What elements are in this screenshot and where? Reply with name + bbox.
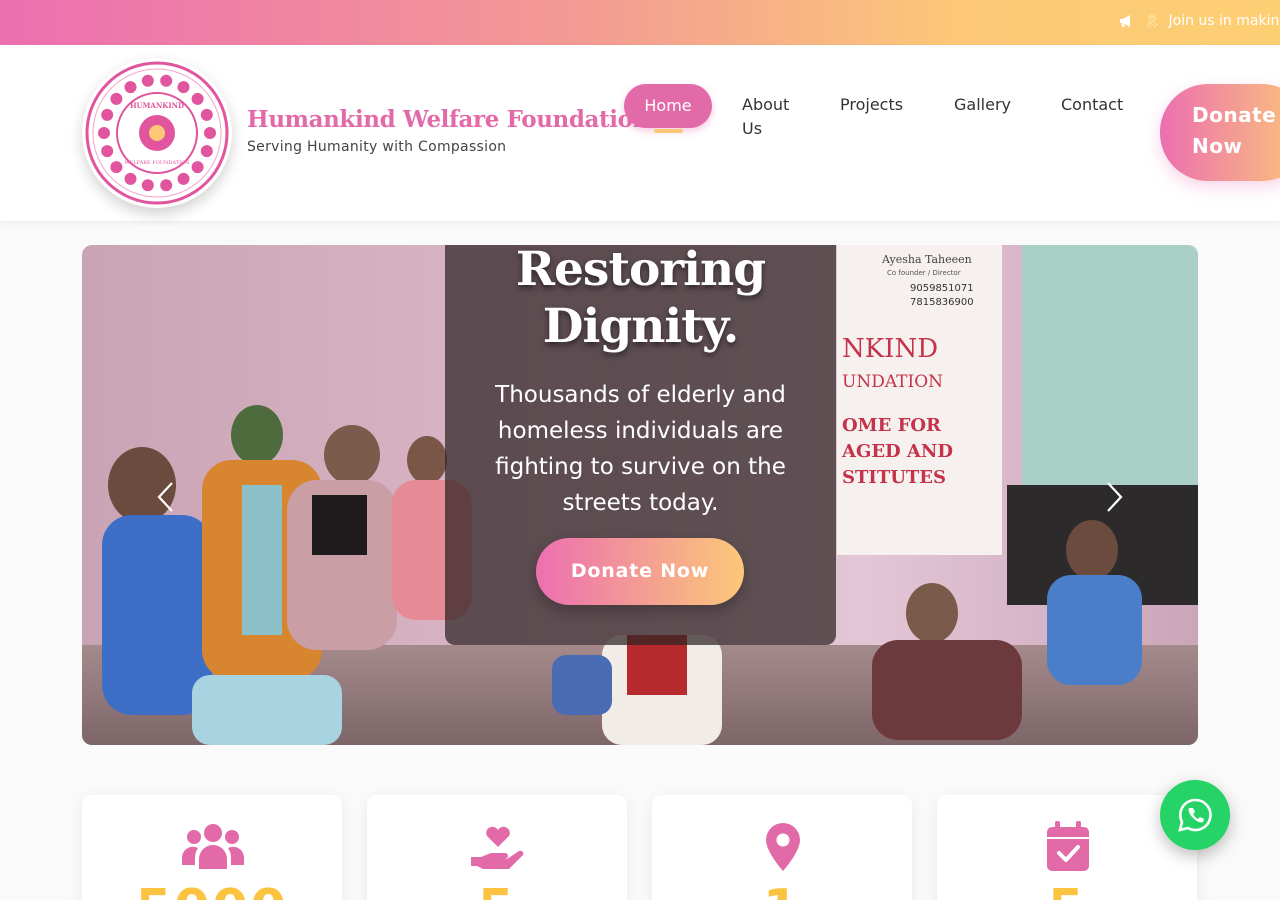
calendar-check-icon <box>1047 821 1089 871</box>
brand-title[interactable]: Humankind Welfare Foundation <box>247 106 649 133</box>
svg-text:HUMANKIND: HUMANKIND <box>130 101 184 110</box>
foundation-logo[interactable]: HUMANKIND WELFARE FOUNDATION <box>82 58 232 208</box>
whatsapp-icon <box>1178 798 1212 832</box>
users-icon <box>182 824 244 869</box>
hero-caption-panel: Restoring Dignity. Thousands of elderly … <box>445 245 836 645</box>
sign-line-3: OME FOR <box>842 415 942 436</box>
nav-active-indicator <box>654 129 683 133</box>
stat-number: 5000 <box>82 879 342 900</box>
hero-title: Restoring Dignity. <box>515 245 766 354</box>
hero-slider: Ayesha Taheeen Co founder / Director 905… <box>82 245 1198 745</box>
sign-phone-2: 7815836900 <box>910 297 974 308</box>
sign-phone-1: 9059851071 <box>910 283 974 294</box>
brand-tagline: Serving Humanity with Compassion <box>247 139 507 155</box>
svg-text:WELFARE FOUNDATION: WELFARE FOUNDATION <box>124 160 190 166</box>
nav-home[interactable]: Home <box>624 84 712 128</box>
stat-card-years: 5 <box>937 795 1197 900</box>
sign-line-1: NKIND <box>842 334 938 364</box>
hand-heart-icon <box>471 826 524 869</box>
hero-description: Thousands of elderly and homeless indivi… <box>495 382 786 516</box>
sign-line-5: STITUTES <box>842 467 946 488</box>
whatsapp-button[interactable] <box>1160 780 1230 850</box>
stat-number: 5 <box>367 879 627 900</box>
nav-projects[interactable]: Projects <box>840 93 903 117</box>
stat-number: 5 <box>937 879 1197 900</box>
donate-button-hero[interactable]: Donate Now <box>536 538 744 605</box>
announcement-text: Join us in makin <box>1168 13 1280 29</box>
announcement-ticker: 🎗 Join us in makin <box>1118 12 1279 30</box>
sign-line-4: AGED AND <box>841 441 953 462</box>
ribbon-icon: 🎗 <box>1144 13 1161 29</box>
megaphone-icon <box>1120 15 1130 27</box>
nav-about[interactable]: About Us <box>742 93 806 141</box>
slider-prev-arrow-icon[interactable] <box>154 480 178 514</box>
sign-role: Co founder / Director <box>887 269 961 277</box>
sign-name: Ayesha Taheeen <box>881 253 972 266</box>
sign-line-2: UNDATION <box>842 372 943 392</box>
site-header: HUMANKIND WELFARE FOUNDATION Humankind W… <box>0 45 1280 221</box>
nav-contact[interactable]: Contact <box>1061 93 1123 117</box>
donate-button-header[interactable]: Donate Now <box>1160 84 1280 181</box>
stat-card-people: 5000 <box>82 795 342 900</box>
logo-emblem: HUMANKIND WELFARE FOUNDATION <box>85 61 229 205</box>
stat-card-locations: 1 <box>652 795 912 900</box>
stat-card-programs: 5 <box>367 795 627 900</box>
nav-gallery[interactable]: Gallery <box>954 93 1011 117</box>
slider-next-arrow-icon[interactable] <box>1102 480 1126 514</box>
location-pin-icon <box>766 823 800 871</box>
announcement-bar: 🎗 Join us in makin <box>0 0 1280 45</box>
stat-number: 1 <box>652 879 912 900</box>
